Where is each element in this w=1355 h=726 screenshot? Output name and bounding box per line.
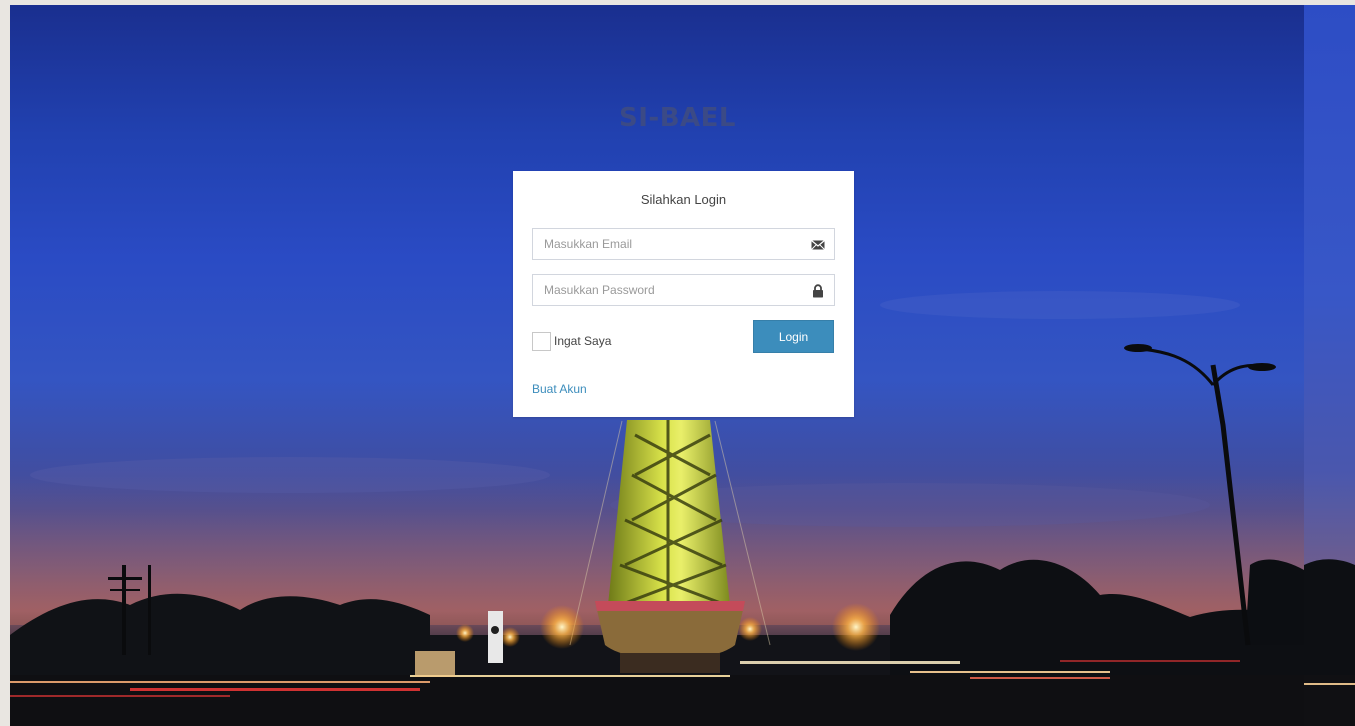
remember-me[interactable]: Ingat Saya xyxy=(532,330,611,352)
remember-checkbox[interactable] xyxy=(532,331,551,351)
login-heading: Silahkan Login xyxy=(640,192,727,207)
app-title: SI-BAEL xyxy=(619,103,736,133)
envelope-icon xyxy=(811,238,825,252)
email-field[interactable] xyxy=(532,228,835,260)
login-card: Silahkan Login Ingat Saya Login Buat Aku… xyxy=(513,171,854,417)
password-input[interactable] xyxy=(533,275,804,305)
login-button[interactable]: Login xyxy=(753,320,834,353)
remember-label: Ingat Saya xyxy=(554,334,612,348)
email-input[interactable] xyxy=(533,229,804,259)
password-field[interactable] xyxy=(532,274,835,306)
lock-icon xyxy=(811,284,825,298)
create-account-link[interactable]: Buat Akun xyxy=(532,382,587,396)
